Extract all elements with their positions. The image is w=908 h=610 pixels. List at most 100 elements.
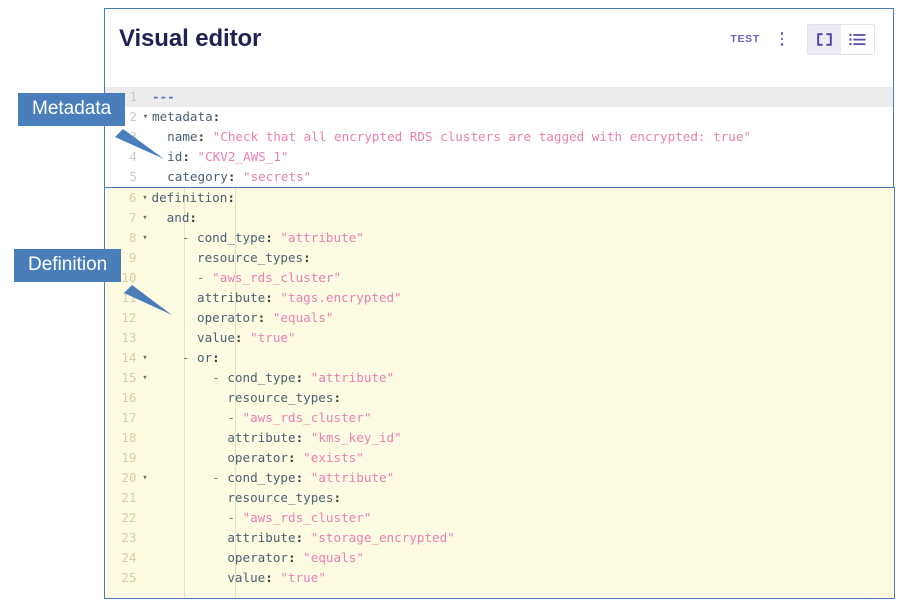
token-str: "aws_rds_cluster" [212,270,342,285]
code-text: - "aws_rds_cluster" [152,508,894,528]
token-str: "tags.encrypted" [272,290,402,305]
tab-code-view[interactable] [808,24,841,54]
token-dash: - [151,510,243,525]
line-number: 23 [121,530,137,545]
fold-arrow-icon[interactable]: ▾ [139,468,152,488]
code-line[interactable]: 5 category: "secrets" [105,167,893,187]
tab-list-view[interactable] [841,24,874,54]
token-dash: - [151,230,197,245]
token-key: cond_type [197,230,266,245]
code-line[interactable]: 9 resource_types: [105,248,894,268]
dot [780,37,784,41]
line-number: 22 [121,510,137,525]
test-badge[interactable]: TEST [730,33,760,45]
token-str: "exists" [295,450,364,465]
code-line[interactable]: 23 attribute: "storage_encrypted" [105,528,894,548]
token-punct: : [333,490,342,505]
callout-definition: Definition [14,249,172,315]
code-text: - cond_type: "attribute" [152,228,894,248]
code-text: name: "Check that all encrypted RDS clus… [152,127,893,147]
code-line[interactable]: 4 id: "CKV2_AWS_1" [105,147,893,167]
code-line[interactable]: 19 operator: "exists" [105,448,894,468]
token-str: "Check that all encrypted RDS clusters a… [205,129,752,144]
code-text: resource_types: [152,488,894,508]
dot [780,32,784,35]
code-line[interactable]: 13 value: "true" [105,328,894,348]
yaml-code-editor[interactable]: 1---2▾metadata:3 name: "Check that all e… [103,69,895,599]
token-punct: : [227,190,235,205]
code-line[interactable]: 15 ▾ - cond_type: "attribute" [105,368,894,388]
code-text: category: "secrets" [152,167,893,187]
code-text: attribute: "storage_encrypted" [152,528,894,548]
token-str: "attribute" [272,230,364,245]
code-text: operator: "equals" [152,308,894,328]
line-number: 20 [121,470,137,485]
line-number: 14 [121,350,137,365]
code-line[interactable]: 8 ▾ - cond_type: "attribute" [105,228,894,248]
callout-metadata: Metadata [18,93,164,159]
code-brackets-icon [816,32,833,46]
code-line[interactable]: 1 --- [105,87,893,107]
code-line[interactable]: 3 name: "Check that all encrypted RDS cl… [105,127,893,147]
metadata-section[interactable]: 1---2▾metadata:3 name: "Check that all e… [105,69,893,187]
code-line[interactable]: 17 - "aws_rds_cluster" [105,408,894,428]
code-line[interactable]: 24 operator: "equals" [105,548,894,568]
fold-arrow-icon[interactable]: ▾ [139,188,152,208]
code-text: id: "CKV2_AWS_1" [152,147,893,167]
token-str: "true" [242,330,296,345]
code-line[interactable]: 11 attribute: "tags.encrypted" [105,288,894,308]
callout-label: Metadata [18,93,126,126]
token-key: cond_type [227,470,296,485]
code-line[interactable]: 12 operator: "equals" [105,308,894,328]
fold-arrow-icon[interactable]: ▾ [139,348,152,368]
code-line[interactable]: 6 ▾ definition: [105,188,894,208]
vertical-dots-icon[interactable] [773,27,791,51]
fold-arrow-icon[interactable]: ▾ [139,368,152,388]
line-number: 8 [128,230,137,245]
code-text: operator: "equals" [152,548,894,568]
code-line[interactable]: 10 - "aws_rds_cluster" [105,268,894,288]
token-key: operator [151,550,288,565]
token-str: "aws_rds_cluster" [242,510,372,525]
code-line[interactable]: 16 resource_types: [105,388,894,408]
fold-arrow-icon[interactable]: ▾ [139,228,152,248]
token-key: definition [151,190,228,205]
line-number: 15 [121,370,137,385]
token-punct: : [287,550,296,565]
line-number: 13 [121,330,137,345]
token-str: "storage_encrypted" [303,530,455,545]
code-line[interactable]: 2 ▾ metadata: [105,107,893,127]
code-text: metadata: [152,107,893,127]
token-str: "attribute" [303,470,395,485]
token-key: resource_types [151,390,334,405]
code-line[interactable]: 22 - "aws_rds_cluster" [105,508,894,528]
code-text: - "aws_rds_cluster" [152,408,894,428]
token-punct: : [303,250,311,265]
token-key: value [151,570,266,585]
token-key: resource_types [151,490,334,505]
code-text: value: "true" [152,328,894,348]
header-actions: TEST [730,23,875,55]
code-line[interactable]: 25 value: "true" [105,568,894,588]
token-punct: : [265,290,273,305]
token-str: "attribute" [303,370,395,385]
page-title: Visual editor [119,25,262,52]
fold-arrow-icon[interactable]: ▾ [139,208,152,228]
token-key: attribute [151,530,296,545]
code-line[interactable]: 7 ▾ and: [105,208,894,228]
token-dash: - [151,410,243,425]
definition-section[interactable]: 6 ▾ definition: 7 ▾ and: 8 ▾ - cond_type: "att… [103,187,895,599]
code-line[interactable]: 18 attribute: "kms_key_id" [105,428,894,448]
visual-editor-card: Visual editor TEST 1 --- 2 ▾ metadata: n… [103,8,895,599]
code-line[interactable]: 20 ▾ - cond_type: "attribute" [105,468,894,488]
code-line[interactable]: 21 resource_types: [105,488,894,508]
code-line[interactable]: 14 ▾ - or: [105,348,894,368]
editor-header: Visual editor TEST [105,9,893,69]
code-text: --- [152,87,893,107]
token-key: operator [151,450,288,465]
line-number: 6 [128,190,137,205]
